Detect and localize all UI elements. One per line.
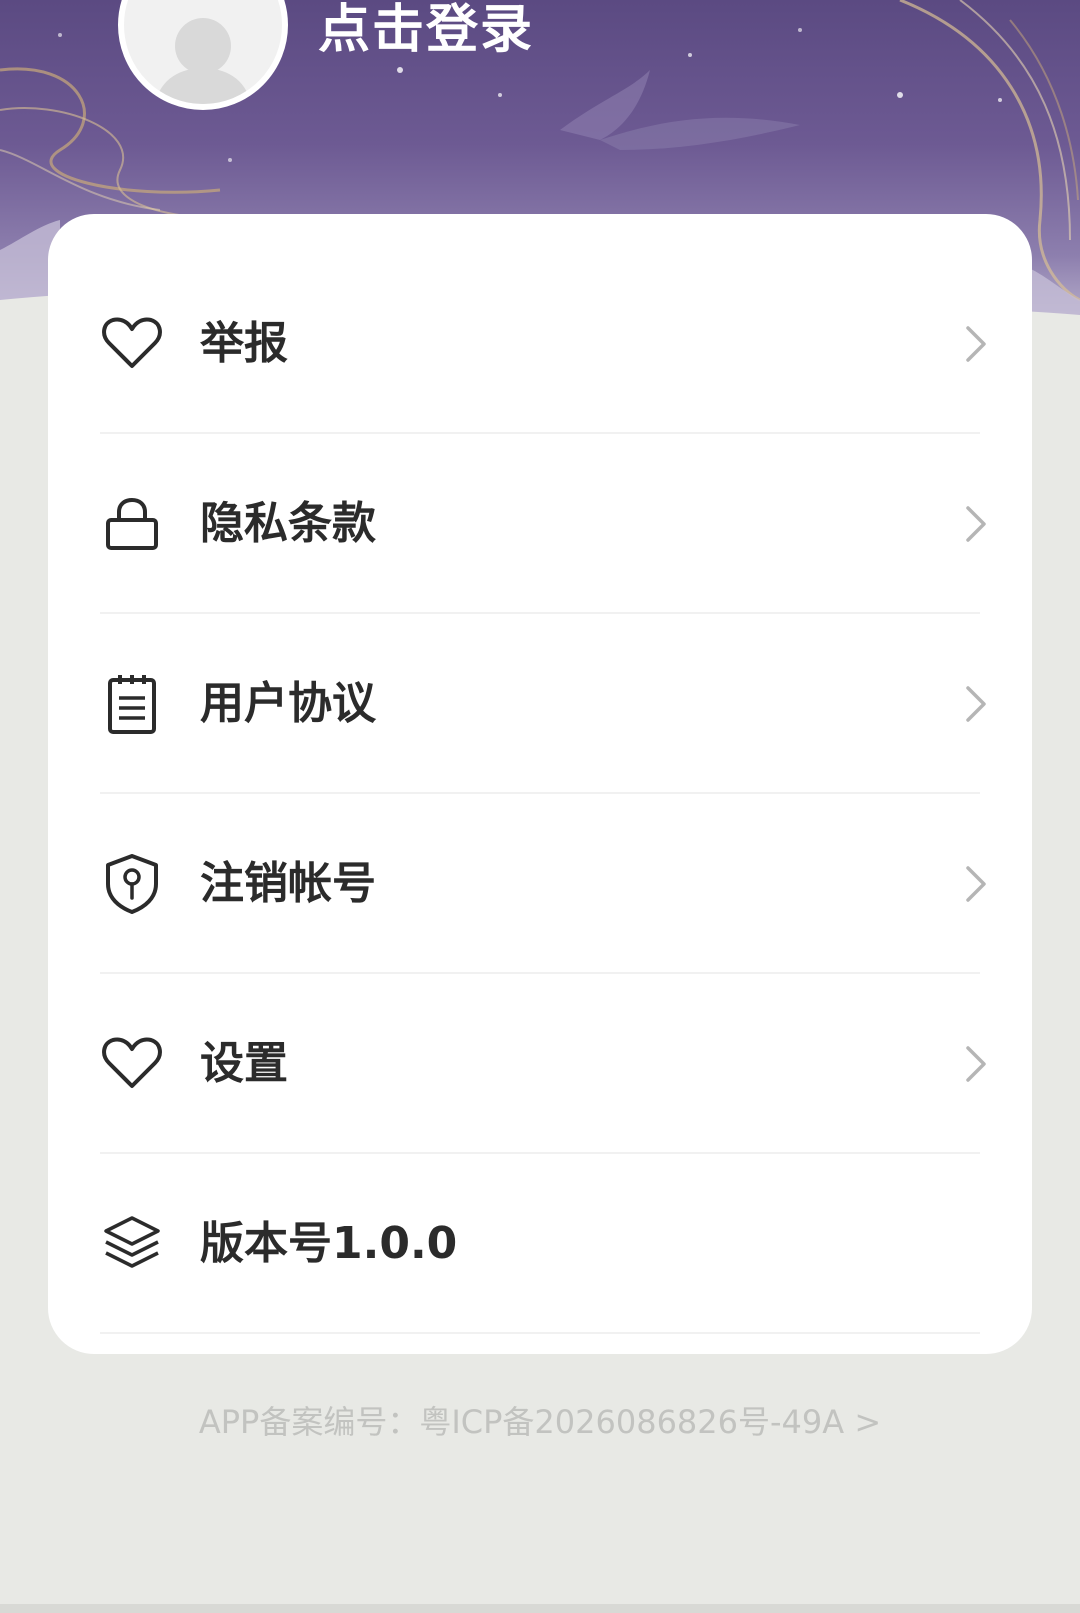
- menu-item-label: 隐私条款: [200, 498, 376, 549]
- divider: [100, 1332, 980, 1334]
- menu-item-version: 版本号1.0.0: [48, 1154, 1032, 1334]
- menu-item-user-agreement[interactable]: 用户协议: [48, 614, 1032, 794]
- chevron-right-icon: [966, 686, 986, 722]
- menu-item-label: 注销帐号: [200, 858, 376, 909]
- version-label: 版本号1.0.0: [200, 1218, 458, 1269]
- menu-item-label: 举报: [200, 318, 288, 369]
- lock-icon: [106, 497, 158, 550]
- menu-item-report[interactable]: 举报: [48, 254, 1032, 434]
- chevron-right-icon: [966, 506, 986, 542]
- chevron-right-icon: [966, 1046, 986, 1082]
- menu-card: 举报 隐私条款 用户协议 注销帐号 设置 版本号1.0.0: [48, 214, 1032, 1354]
- icp-record-link[interactable]: APP备案编号：粤ICP备2026086826号-49A >: [0, 1400, 1080, 1444]
- menu-item-delete-account[interactable]: 注销帐号: [48, 794, 1032, 974]
- bottom-edge: [0, 1604, 1080, 1613]
- layers-icon: [104, 1216, 160, 1268]
- heart-icon: [102, 317, 162, 368]
- avatar[interactable]: [118, 0, 288, 110]
- default-avatar-icon: [155, 18, 251, 104]
- shield-keyhole-icon: [106, 854, 158, 914]
- menu-item-privacy-policy[interactable]: 隐私条款: [48, 434, 1032, 614]
- chevron-right-icon: [966, 866, 986, 902]
- heart-icon: [102, 1037, 162, 1088]
- login-link[interactable]: 点击登录: [318, 0, 534, 62]
- notepad-icon: [108, 675, 156, 734]
- menu-item-label: 设置: [200, 1038, 288, 1089]
- chevron-right-icon: [966, 326, 986, 362]
- menu-item-label: 用户协议: [200, 678, 376, 729]
- menu-item-settings[interactable]: 设置: [48, 974, 1032, 1154]
